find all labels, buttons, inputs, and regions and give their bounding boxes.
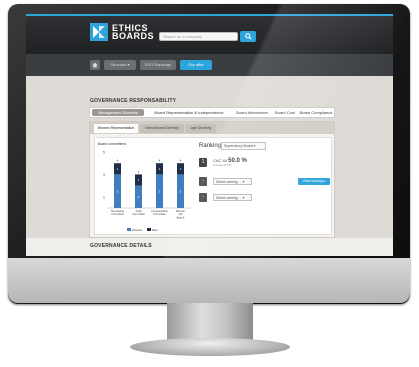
tab-board-compliance[interactable]: Board Compliance	[297, 108, 335, 117]
governance-tabs: Management Diversity Board Representatio…	[89, 107, 335, 118]
view-ranking-button[interactable]: View ranking ▸	[298, 178, 330, 185]
logo-line2: BOARDS	[112, 31, 155, 41]
subtab-international-diversity[interactable]: International Diversity	[140, 124, 184, 133]
select-ranking-dropdown[interactable]: Select ranking … ▾	[213, 178, 252, 185]
rank-company: CAC 40	[213, 158, 228, 163]
x-tick-label: Board)	[177, 215, 185, 219]
subtab-age-diversity[interactable]: Age Diversity	[186, 124, 216, 133]
select-ranking-label: Select ranking	[216, 180, 238, 184]
nav-item-esg-rankings[interactable]: ESG Rankings	[140, 60, 176, 70]
bar-total-label: 4	[117, 159, 119, 163]
x-tick-label: Committee	[132, 212, 145, 216]
app-header: ETHICS BOARDS Search for a company	[26, 14, 393, 54]
ranking-select-value: Supervisory Board	[224, 144, 253, 148]
search-button[interactable]	[240, 31, 256, 42]
logo[interactable]: ETHICS BOARDS	[90, 23, 154, 41]
home-icon	[92, 62, 98, 68]
subtab-bar: Women Representation International Diver…	[90, 122, 334, 134]
header-accent-line	[26, 14, 393, 16]
subtab-women-representation[interactable]: Women Representation	[94, 124, 138, 133]
chart-card: Board committees 1 3 5 3 1 4 Nominating Committ…	[94, 137, 332, 235]
main-nav: Structure ▾ ESG Rankings Our offer	[26, 54, 393, 76]
rank-info: CAC 40 50.0 % Average 23.5 %	[213, 158, 247, 167]
rank-number: -	[199, 193, 207, 202]
select-ranking-dropdown[interactable]: Select ranking … ▾	[213, 194, 252, 201]
screen: ETHICS BOARDS Search for a company Struc…	[26, 14, 393, 256]
y-tick-label: 3	[103, 173, 105, 177]
rank-number: -	[199, 177, 207, 186]
legend-swatch-men	[147, 228, 151, 231]
rank-note: Average 23.5 %	[213, 164, 232, 167]
logo-text: ETHICS BOARDS	[112, 24, 155, 41]
nav-item-our-offer[interactable]: Our offer	[180, 60, 212, 70]
legend-swatch-women	[127, 228, 131, 231]
bar-total-label: 4	[180, 159, 182, 163]
home-button[interactable]	[90, 60, 100, 70]
board-committees-chart: 135314NominatingCommittee213AuditCommitt…	[103, 151, 191, 232]
y-tick-label: 1	[103, 195, 105, 199]
legend-label-men: Men	[152, 228, 158, 232]
bar-total-label: 4	[159, 159, 161, 163]
view-ranking-label: View ranking	[302, 179, 323, 183]
tab-management-diversity[interactable]: Management Diversity	[92, 109, 144, 116]
tab-board-attendance[interactable]: Board Attendance	[232, 108, 272, 117]
tab-board-representation[interactable]: Board Representation & Independence	[148, 108, 230, 117]
ranking-label: Ranking	[199, 143, 222, 149]
monitor-chin	[8, 258, 410, 303]
legend-label-women: Women	[132, 228, 143, 232]
governance-details-bar	[26, 238, 393, 256]
y-tick-label: 5	[103, 151, 105, 155]
x-tick-label: Committee	[111, 212, 124, 216]
x-tick-label: Committee	[153, 212, 166, 216]
ranking-select[interactable]: Supervisory Board ▾	[221, 142, 266, 150]
diversity-panel: Women Representation International Diver…	[89, 121, 335, 238]
rank-number: 1	[199, 158, 207, 167]
monitor-base	[130, 338, 290, 356]
section-title-governance-details: GOVERNANCE DETAILS	[90, 243, 152, 249]
section-title-governance: GOVERNANCE RESPONSABILITY	[90, 98, 177, 104]
tab-board-cost[interactable]: Board Cost	[274, 108, 296, 117]
logo-mark-icon	[90, 23, 108, 41]
select-ranking-label: Select ranking	[216, 196, 238, 200]
search-icon	[244, 33, 252, 40]
nav-item-structure[interactable]: Structure ▾	[104, 60, 136, 70]
monitor-neck	[167, 303, 253, 343]
search-input[interactable]: Search for a company	[159, 32, 238, 41]
bar-total-label: 3	[138, 170, 140, 174]
